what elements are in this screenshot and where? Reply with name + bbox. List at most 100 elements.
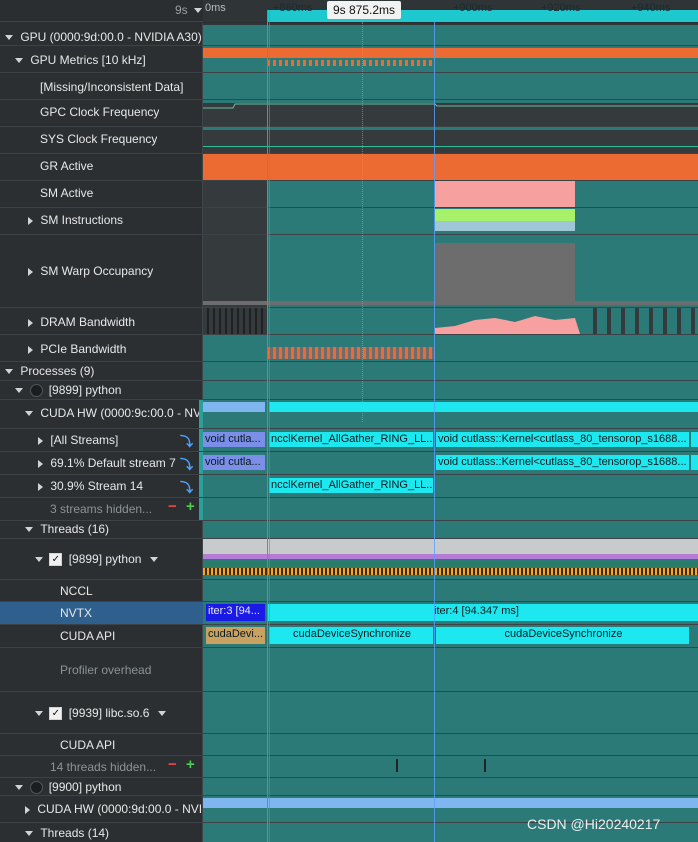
kernel-bar[interactable]: void cutla... [203,455,265,470]
threads-label: Threads (14) [40,826,110,840]
tree-row-thread-python[interactable]: ✓ [9899] python [35,552,158,567]
tree-row-process-9899[interactable]: [9899] python [15,383,121,398]
expand-icon[interactable] [15,785,23,791]
expand-icon[interactable] [28,345,33,354]
tree-row-profiler-overhead[interactable]: Profiler overhead [60,663,151,677]
sm-warp-label: SM Warp Occupancy [40,264,154,278]
expand-icon[interactable] [35,711,43,717]
time-ruler[interactable]: 0ms +860ms +900ms +920ms +940ms 9s 875.2… [203,0,698,22]
tree-row-cuda-api-2[interactable]: CUDA API [60,738,115,752]
selection-start-line[interactable] [267,10,268,842]
thread-label: [9899] python [68,552,142,566]
tree-row-sm-active[interactable]: SM Active [40,186,93,200]
ruler-tick: +940ms [631,2,671,14]
tree-row-all-streams[interactable]: [All Streams] [38,433,198,447]
tree-row-gpc-clock[interactable]: GPC Clock Frequency [40,105,159,119]
profiler-overhead-track [203,648,698,691]
kernel-bar[interactable]: void cutlass::Kernel<cutlass_80_tensorop… [436,455,689,470]
api-call-bar[interactable]: cudaDeviceSynchronize [436,627,689,644]
tree-row-gpu-metrics[interactable]: GPU Metrics [10 kHz] [15,53,146,67]
process-9899-track [203,381,698,399]
cuda-api-2-track [203,734,698,755]
chevron-down-icon[interactable] [157,711,166,717]
tree-row-missing-data[interactable]: [Missing/Inconsistent Data] [40,80,183,94]
cuda-hw-1-track [203,400,698,428]
tree-row-threads-16[interactable]: Threads (16) [25,522,109,536]
kernel-bar[interactable]: ncclKernel_AllGather_RING_LL... [269,478,433,493]
tree-row-threads-hidden[interactable]: 14 threads hidden... [50,760,156,774]
ruler-tick: 0ms [205,2,226,14]
kernel-bar[interactable]: void cutla... [203,432,265,447]
expand-icon[interactable] [15,58,23,64]
tree-row-sm-instructions[interactable]: SM Instructions [28,213,123,227]
expand-icon[interactable] [25,411,33,417]
tree-row-thread-libc[interactable]: ✓ [9939] libc.so.6 [35,706,166,721]
stream-sort-icon[interactable]: ⤵ [180,454,193,473]
process-status-icon [30,781,44,795]
kernel-bar[interactable]: ncclKernel_AllGather_RING_LL... [269,432,433,447]
cuda-hw-label: CUDA HW (0000:9c:00.0 - NV [40,406,200,420]
pcie-label: PCIe Bandwidth [40,342,127,356]
api-call-bar[interactable]: cudaDeviceSynchronize [269,627,433,644]
stream-sort-icon[interactable]: ⤵ [180,431,193,450]
default-stream-label: 69.1% Default stream 7 [50,456,176,470]
sm-instructions-label: SM Instructions [40,213,124,227]
gpc-clock-line [203,103,698,109]
tree-row-default-stream[interactable]: 69.1% Default stream 7 [38,456,198,470]
expand-icon[interactable] [5,35,13,41]
ruler-tick: +920ms [541,2,581,14]
nvtx-range[interactable]: iter:3 [94... [206,604,265,621]
gpu-label: GPU (0000:9d:00.0 - NVIDIA A30) [20,30,202,44]
expand-icon[interactable] [28,267,33,276]
expand-icon[interactable] [38,459,43,468]
expand-plus-icon[interactable]: + [186,498,195,515]
tree-row-dram[interactable]: DRAM Bandwidth [28,315,135,329]
expand-icon[interactable] [15,388,23,394]
process-9900-track [203,778,698,795]
tree-row-gr-active[interactable]: GR Active [40,159,93,173]
all-streams-label: [All Streams] [50,433,119,447]
expand-icon[interactable] [25,527,33,533]
ruler-tick: +900ms [453,2,493,14]
selection-end-line [269,10,270,842]
collapse-minus-icon[interactable]: − [168,498,177,515]
expand-icon[interactable] [25,805,30,814]
time-unit-dropdown[interactable]: 9s [150,3,202,19]
tree-row-sys-clock[interactable]: SYS Clock Frequency [40,132,157,146]
tree-row-nccl[interactable]: NCCL [60,584,93,598]
stream-sort-icon[interactable]: ⤵ [180,477,193,496]
thread-checkbox[interactable]: ✓ [49,707,63,721]
chevron-down-icon[interactable] [149,557,158,563]
tree-row-pcie[interactable]: PCIe Bandwidth [28,342,126,356]
expand-icon[interactable] [28,318,33,327]
tree-row-stream-14[interactable]: 30.9% Stream 14 [38,479,198,493]
expand-icon[interactable] [25,831,33,837]
collapse-minus-icon[interactable]: − [168,756,177,773]
process-status-icon [30,384,44,398]
expand-icon[interactable] [28,216,33,225]
tree-row-streams-hidden[interactable]: 3 streams hidden... [50,502,152,516]
thread-checkbox[interactable]: ✓ [49,553,63,567]
cuda-hw-label: CUDA HW (0000:9d:00.0 - NVI [37,802,203,816]
expand-plus-icon[interactable]: + [186,756,195,773]
tree-row-cuda-hw-1[interactable]: CUDA HW (0000:9c:00.0 - NV [25,406,200,420]
kernel-bar[interactable]: void cutlass::Kernel<cutlass_80_tensorop… [436,432,689,447]
expand-icon[interactable] [38,482,43,491]
tree-row-nvtx[interactable]: NVTX [0,602,203,624]
tree-row-sm-warp[interactable]: SM Warp Occupancy [28,264,153,278]
tree-row-gpu[interactable]: GPU (0000:9d:00.0 - NVIDIA A30) [5,30,202,44]
nvtx-range[interactable]: iter:4 [94.347 ms] [268,604,698,621]
tree-row-process-9900[interactable]: [9900] python [15,780,121,795]
expand-icon[interactable] [35,557,43,563]
expand-icon[interactable] [5,369,13,375]
dram-label: DRAM Bandwidth [40,315,136,329]
gpu-track [203,25,698,45]
dram-track [203,308,698,334]
tree-row-cuda-hw-2[interactable]: CUDA HW (0000:9d:00.0 - NVI [25,802,203,816]
cursor-line [362,22,363,422]
expand-icon[interactable] [38,436,43,445]
api-call-bar[interactable]: cudaDevi... [206,627,265,644]
tree-row-processes[interactable]: Processes (9) [5,364,94,378]
tree-row-cuda-api[interactable]: CUDA API [60,629,115,643]
tree-row-threads-14[interactable]: Threads (14) [25,826,109,840]
